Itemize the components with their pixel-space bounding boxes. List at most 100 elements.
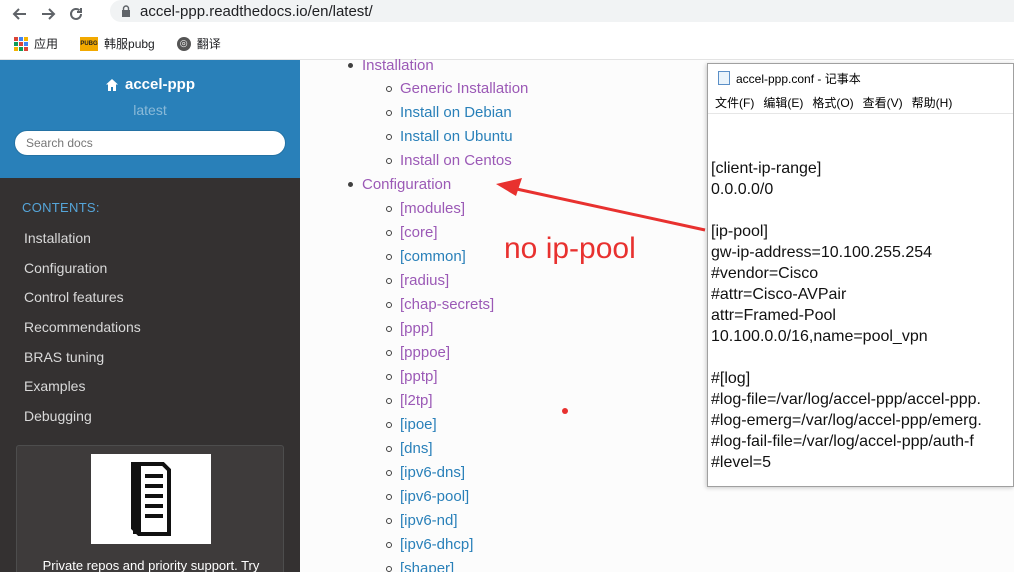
notepad-menu-item[interactable]: 格式(O) — [812, 94, 853, 111]
bookmark-apps[interactable]: 应用 — [14, 35, 58, 52]
toc-subsection-label: [ipv6-pool] — [400, 488, 470, 505]
toc-subsection-link[interactable]: Generic Installation — [386, 80, 528, 97]
toc-subsection-label: Install on Ubuntu — [400, 128, 513, 145]
circle-bullet-icon — [386, 349, 392, 356]
toc-subsection-link[interactable]: [core] — [386, 224, 438, 241]
circle-bullet-icon — [386, 325, 392, 332]
circle-bullet-icon — [386, 301, 392, 308]
toc-subsection-label: Install on Debian — [400, 104, 512, 121]
notepad-text-line: attr=Framed-Pool — [711, 307, 836, 324]
notepad-text-line: #log-fail-file=/var/log/accel-ppp/auth-f — [711, 433, 974, 450]
notepad-text-line: #level=5 — [711, 454, 772, 471]
address-bar[interactable]: accel-ppp.readthedocs.io/en/latest/ — [110, 0, 1014, 22]
toc-subsection-link[interactable]: [modules] — [386, 200, 465, 217]
circle-bullet-icon — [386, 397, 392, 404]
toc-subsection-link[interactable]: Install on Debian — [386, 104, 512, 121]
toc-subsection-link[interactable]: [shaper] — [386, 560, 454, 572]
notepad-text-line: [ip-pool] — [711, 223, 768, 240]
toc-subsection-link[interactable]: [common] — [386, 248, 466, 265]
bullet-icon — [348, 182, 353, 187]
globe-icon: ◎ — [176, 36, 191, 51]
sidebar-item-installation[interactable]: Installation — [0, 223, 300, 253]
toc-subsection-label: [l2tp] — [400, 392, 433, 409]
circle-bullet-icon — [386, 205, 392, 212]
sidebar-item-recommendations[interactable]: Recommendations — [0, 312, 300, 342]
bullet-icon — [348, 63, 353, 68]
bookmark-pubg[interactable]: PUBG 韩服pubg — [80, 35, 155, 52]
sidebar-nav: Installation Configuration Control feature… — [0, 223, 300, 431]
notepad-window[interactable]: accel-ppp.conf - 记事本 文件(F) 编辑(E) 格式(O) 查看(V… — [707, 63, 1014, 487]
promo-image — [91, 454, 211, 544]
toc-subsection-label: [ipv6-dns] — [400, 464, 466, 481]
toc-subsection-link[interactable]: [l2tp] — [386, 392, 433, 409]
circle-bullet-icon — [386, 253, 392, 260]
toc-subsection-link[interactable]: [ppp] — [386, 320, 434, 337]
notepad-menu-item[interactable]: 查看(V) — [863, 94, 903, 111]
notepad-titlebar[interactable]: accel-ppp.conf - 记事本 — [708, 64, 1013, 92]
toc-subsection-link[interactable]: [ipv6-pool] — [386, 488, 470, 505]
notepad-icon — [718, 71, 730, 85]
toc-section-label: Installation — [362, 57, 434, 74]
toc-subsection-label: [radius] — [400, 272, 450, 289]
circle-bullet-icon — [386, 493, 392, 500]
forward-button[interactable] — [34, 3, 62, 25]
apps-grid-icon — [14, 36, 28, 51]
toc-subsection-label: [chap-secrets] — [400, 296, 495, 313]
toc-section-link[interactable]: Configuration — [348, 176, 451, 193]
search-input[interactable]: Search docs — [14, 130, 286, 156]
sponsor-ad[interactable]: Private repos and priority support. Try — [16, 445, 284, 572]
notepad-menu-item[interactable]: 文件(F) — [715, 94, 754, 111]
circle-bullet-icon — [386, 469, 392, 476]
contents-caption: CONTENTS: — [22, 200, 100, 215]
promo-text: Private repos and priority support. Try — [42, 558, 260, 572]
toc-subsection-link[interactable]: [ipv6-dns] — [386, 464, 466, 481]
toc-subsection-link[interactable]: [pppoe] — [386, 344, 451, 361]
bookmark-translate[interactable]: ◎ 翻译 — [176, 35, 221, 52]
annotation-text: no ip-pool — [504, 232, 636, 265]
notepad-menu-item[interactable]: 帮助(H) — [912, 94, 953, 111]
version-label: latest — [133, 102, 167, 118]
notepad-text-line: #[log] — [711, 370, 751, 387]
notepad-text-line — [711, 200, 1013, 221]
toc-subsection-label: Install on Centos — [400, 152, 512, 169]
project-home-link[interactable]: accel-ppp — [0, 76, 300, 93]
notepad-menu-item[interactable]: 编辑(E) — [763, 94, 803, 111]
notepad-text-area[interactable]: [client-ip-range] 0.0.0.0/0 [ip-pool] gw-ip… — [708, 114, 1013, 473]
toc-subsection-link[interactable]: [radius] — [386, 272, 450, 289]
bookmark-label: 韩服pubg — [104, 37, 155, 51]
reload-icon — [70, 7, 82, 20]
toc-subsection-label: [core] — [400, 224, 438, 241]
notepad-text-line: #vendor=Cisco — [711, 265, 819, 282]
notepad-menubar: 文件(F) 编辑(E) 格式(O) 查看(V) 帮助(H) — [708, 92, 1013, 114]
toc-subsection-link[interactable]: Install on Centos — [386, 152, 512, 169]
toc-subsection-link[interactable]: [dns] — [386, 440, 433, 457]
sidebar-item-control-features[interactable]: Control features — [0, 282, 300, 312]
notepad-text-line: #attr=Cisco-AVPair — [711, 286, 847, 303]
toc-subsection-link[interactable]: [ipv6-dhcp] — [386, 536, 473, 553]
notepad-text-line: [client-ip-range] — [711, 160, 822, 177]
notepad-text-line — [711, 347, 1013, 368]
toc-subsection-link[interactable]: [ipoe] — [386, 416, 437, 433]
back-button[interactable] — [6, 3, 34, 25]
sidebar-item-bras-tuning[interactable]: BRAS tuning — [0, 342, 300, 372]
toc-section-link[interactable]: Installation — [348, 57, 434, 74]
toc-subsection-label: [pppoe] — [400, 344, 451, 361]
circle-bullet-icon — [386, 277, 392, 284]
toc-subsection-link[interactable]: [ipv6-nd] — [386, 512, 458, 529]
notepad-text-line: gw-ip-address=10.100.255.254 — [711, 244, 933, 261]
sidebar-item-debugging[interactable]: Debugging — [0, 401, 300, 431]
notepad-text-line: 10.100.0.0/16,name=pool_vpn — [711, 328, 928, 345]
circle-bullet-icon — [386, 229, 392, 236]
toc-subsection-link[interactable]: Install on Ubuntu — [386, 128, 513, 145]
toc-subsection-label: [ppp] — [400, 320, 434, 337]
reload-button[interactable] — [62, 3, 90, 25]
sidebar-item-configuration[interactable]: Configuration — [0, 253, 300, 283]
sidebar-item-examples[interactable]: Examples — [0, 371, 300, 401]
pubg-icon: PUBG — [80, 36, 99, 51]
toc-subsection-link[interactable]: [pptp] — [386, 368, 438, 385]
circle-bullet-icon — [386, 157, 392, 164]
toc-subsection-link[interactable]: [chap-secrets] — [386, 296, 495, 313]
toc-subsection-label: [common] — [400, 248, 466, 265]
circle-bullet-icon — [386, 541, 392, 548]
home-icon — [105, 78, 118, 91]
